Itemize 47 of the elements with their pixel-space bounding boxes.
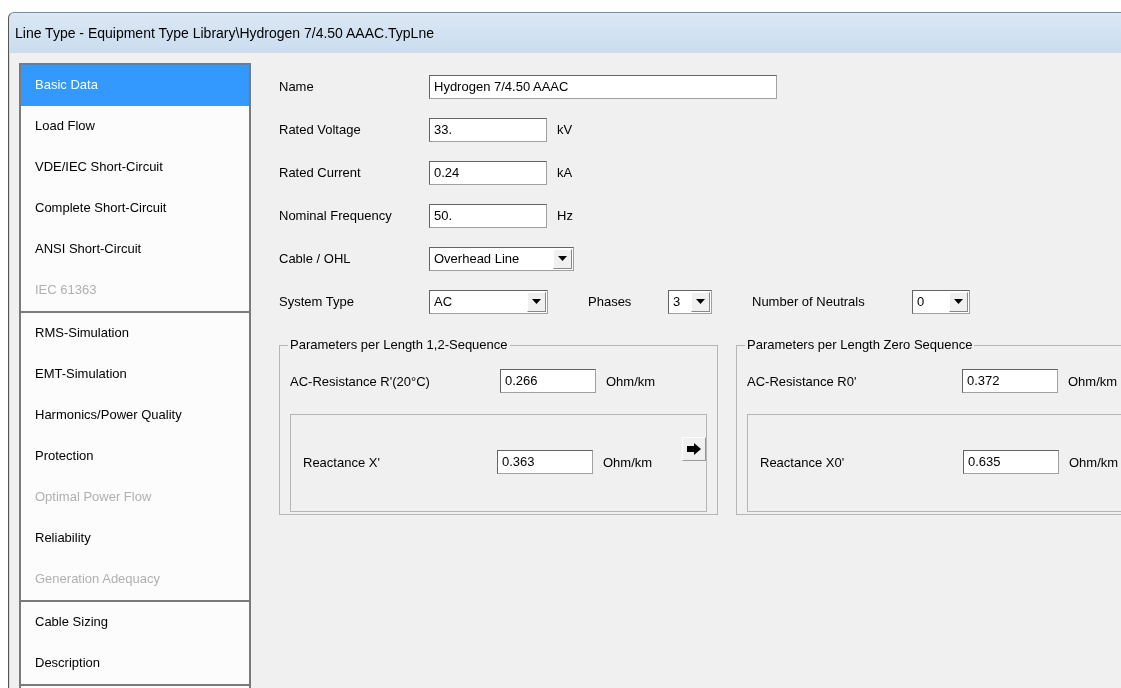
group-title: Parameters per Length 1,2-Sequence (288, 337, 510, 352)
input-field[interactable]: 0.372 (962, 369, 1058, 393)
dropdown[interactable]: Overhead Line (429, 246, 574, 271)
sidebar-item[interactable]: Cable Sizing (21, 602, 249, 643)
sidebar-item[interactable]: VDE/IEC Short-Circuit (21, 147, 249, 188)
field-label: AC-Resistance R'(20°C) (290, 373, 430, 389)
unit-label: Ohm/km (603, 454, 653, 470)
field-label: System Type (279, 294, 354, 309)
arrow-right-button[interactable] (682, 437, 706, 461)
input-field[interactable]: 0.24 (429, 160, 547, 185)
unit-label: Ohm/km (1068, 373, 1118, 389)
unit-label: kA (557, 165, 573, 180)
sidebar-item[interactable]: EMT-Simulation (21, 354, 249, 395)
sidebar-item[interactable]: ANSI Short-Circuit (21, 229, 249, 270)
unit-label: Ohm/km (606, 373, 656, 389)
field-label: Reactance X' (303, 454, 380, 470)
sidebar-item[interactable]: Harmonics/Power Quality (21, 395, 249, 436)
input-field[interactable]: 0.363 (497, 450, 593, 474)
unit-label: Hz (557, 208, 573, 223)
field-label: Rated Current (279, 165, 361, 180)
dropdown[interactable]: 0 (912, 289, 970, 314)
sidebar-item[interactable]: Complete Short-Circuit (21, 188, 249, 229)
dropdown[interactable]: AC (429, 289, 548, 314)
dropdown[interactable]: 3 (668, 289, 712, 314)
field-label: Reactance X0' (760, 454, 845, 470)
field-label: Rated Voltage (279, 122, 361, 137)
window-title: Line Type - Equipment Type Library\Hydrogen 7/4.50 AAAC.TypLne (15, 25, 434, 41)
input-field[interactable]: 0.266 (500, 369, 596, 393)
input-field[interactable]: 0.635 (963, 450, 1059, 474)
field-label: Name (279, 79, 314, 94)
sidebar-item[interactable]: Load Flow (21, 106, 249, 147)
input-field[interactable]: 50. (429, 203, 547, 228)
arrow-right-icon (687, 443, 701, 455)
unit-label: Ohm/km (1069, 454, 1119, 470)
sidebar-item[interactable]: Protection (21, 436, 249, 477)
input-field[interactable]: 33. (429, 117, 547, 142)
sidebar-item[interactable]: Reliability (21, 518, 249, 559)
field-label: Number of Neutrals (752, 294, 865, 309)
field-label: Phases (588, 294, 632, 309)
field-label: Nominal Frequency (279, 208, 392, 223)
input-field[interactable]: Hydrogen 7/4.50 AAAC (429, 74, 777, 99)
field-label: AC-Resistance R0' (747, 373, 857, 389)
group-title: Parameters per Length Zero Sequence (745, 337, 975, 352)
field-label: Cable / OHL (279, 251, 351, 266)
sidebar-item[interactable]: Description (21, 643, 249, 684)
sidebar-item[interactable]: RMS-Simulation (21, 313, 249, 354)
unit-label: kV (557, 122, 573, 137)
